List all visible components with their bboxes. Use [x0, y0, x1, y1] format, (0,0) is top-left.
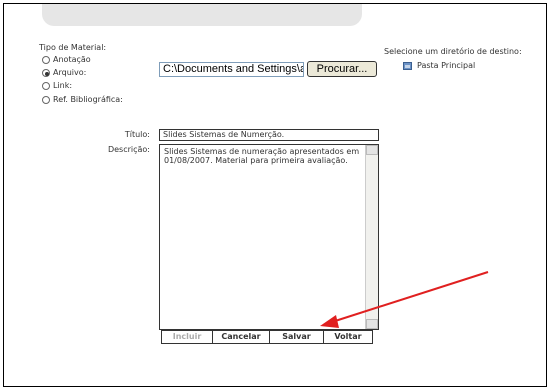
window-frame: Tipo de Material: Anotação Arquivo: Link…: [3, 3, 547, 387]
annotation-arrow: [320, 271, 489, 328]
arrow-shaft: [331, 271, 489, 323]
arrow-head: [320, 315, 339, 328]
